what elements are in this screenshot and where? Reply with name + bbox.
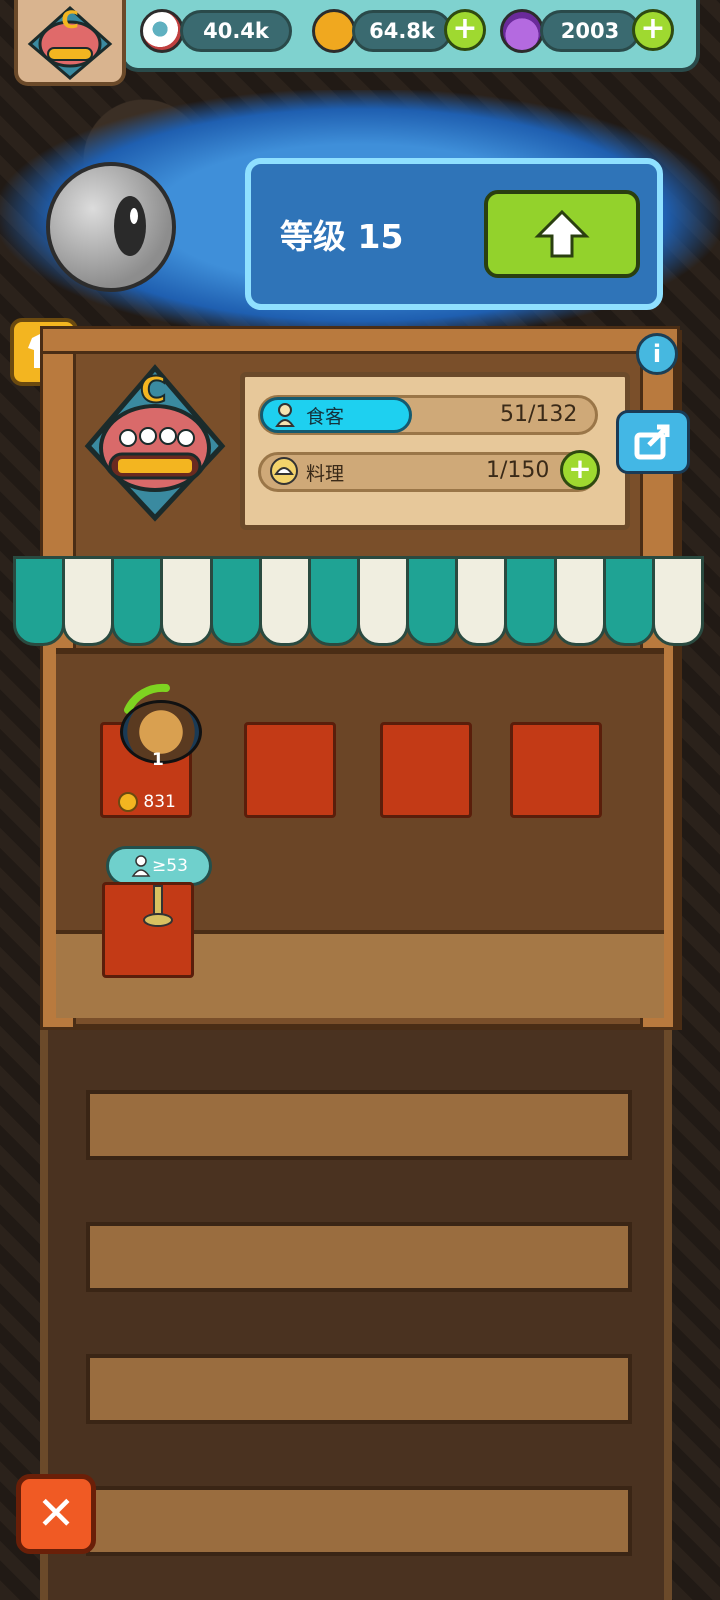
earnings-value: 831 xyxy=(143,792,176,812)
close-button[interactable]: ✕ xyxy=(16,1474,96,1554)
cooking-label: 料理 xyxy=(306,463,345,485)
restaurant-emblem: C xyxy=(80,356,230,526)
customer-icon xyxy=(275,403,295,427)
bone-icon xyxy=(143,885,173,927)
add-potions-button[interactable]: + xyxy=(632,9,674,51)
dish-icon xyxy=(270,457,298,485)
add-coins-button[interactable]: + xyxy=(444,9,486,51)
share-button[interactable] xyxy=(616,410,690,474)
eyeball-icon xyxy=(140,9,184,53)
cooking-value: 1/150 xyxy=(486,458,550,483)
customers-value: 51/132 xyxy=(500,402,578,427)
shelf-plank-3 xyxy=(86,1354,632,1424)
dish-count: 1 xyxy=(152,750,164,770)
level-orb xyxy=(46,162,176,292)
potion-resource-counter: 2003 xyxy=(540,10,640,52)
monster-emblem-icon: C xyxy=(27,5,113,80)
info-button[interactable]: i xyxy=(636,333,678,375)
arrow-up-icon xyxy=(534,209,590,258)
dining-table-3[interactable] xyxy=(380,722,472,818)
eye-resource-counter: 40.4k xyxy=(180,10,292,52)
coin-icon xyxy=(118,792,138,812)
awning xyxy=(13,556,704,646)
dining-table-2[interactable] xyxy=(244,722,336,818)
top-beam xyxy=(40,326,680,354)
customer-icon xyxy=(131,855,151,877)
level-label: 等级 15 xyxy=(280,217,404,256)
earnings-badge[interactable]: 831 xyxy=(118,792,176,812)
customers-label: 食客 xyxy=(306,406,345,428)
svg-text:C: C xyxy=(61,6,79,34)
shelf-plank-1 xyxy=(86,1090,632,1160)
emblem-letter: C xyxy=(139,369,167,412)
shelf-plank-2 xyxy=(86,1222,632,1292)
coin-icon xyxy=(312,9,356,53)
upgrade-level-button[interactable] xyxy=(484,190,640,278)
shelf-plank-4 xyxy=(86,1486,632,1556)
potion-icon xyxy=(500,9,544,53)
dining-table-4[interactable] xyxy=(510,722,602,818)
add-dish-button[interactable]: + xyxy=(560,450,600,490)
share-icon xyxy=(634,424,670,460)
restaurant-avatar[interactable]: C xyxy=(14,0,126,86)
unlock-requirement-value: ≥53 xyxy=(152,856,188,876)
eye-icon xyxy=(114,196,146,256)
coin-resource-counter: 64.8k xyxy=(352,10,452,52)
